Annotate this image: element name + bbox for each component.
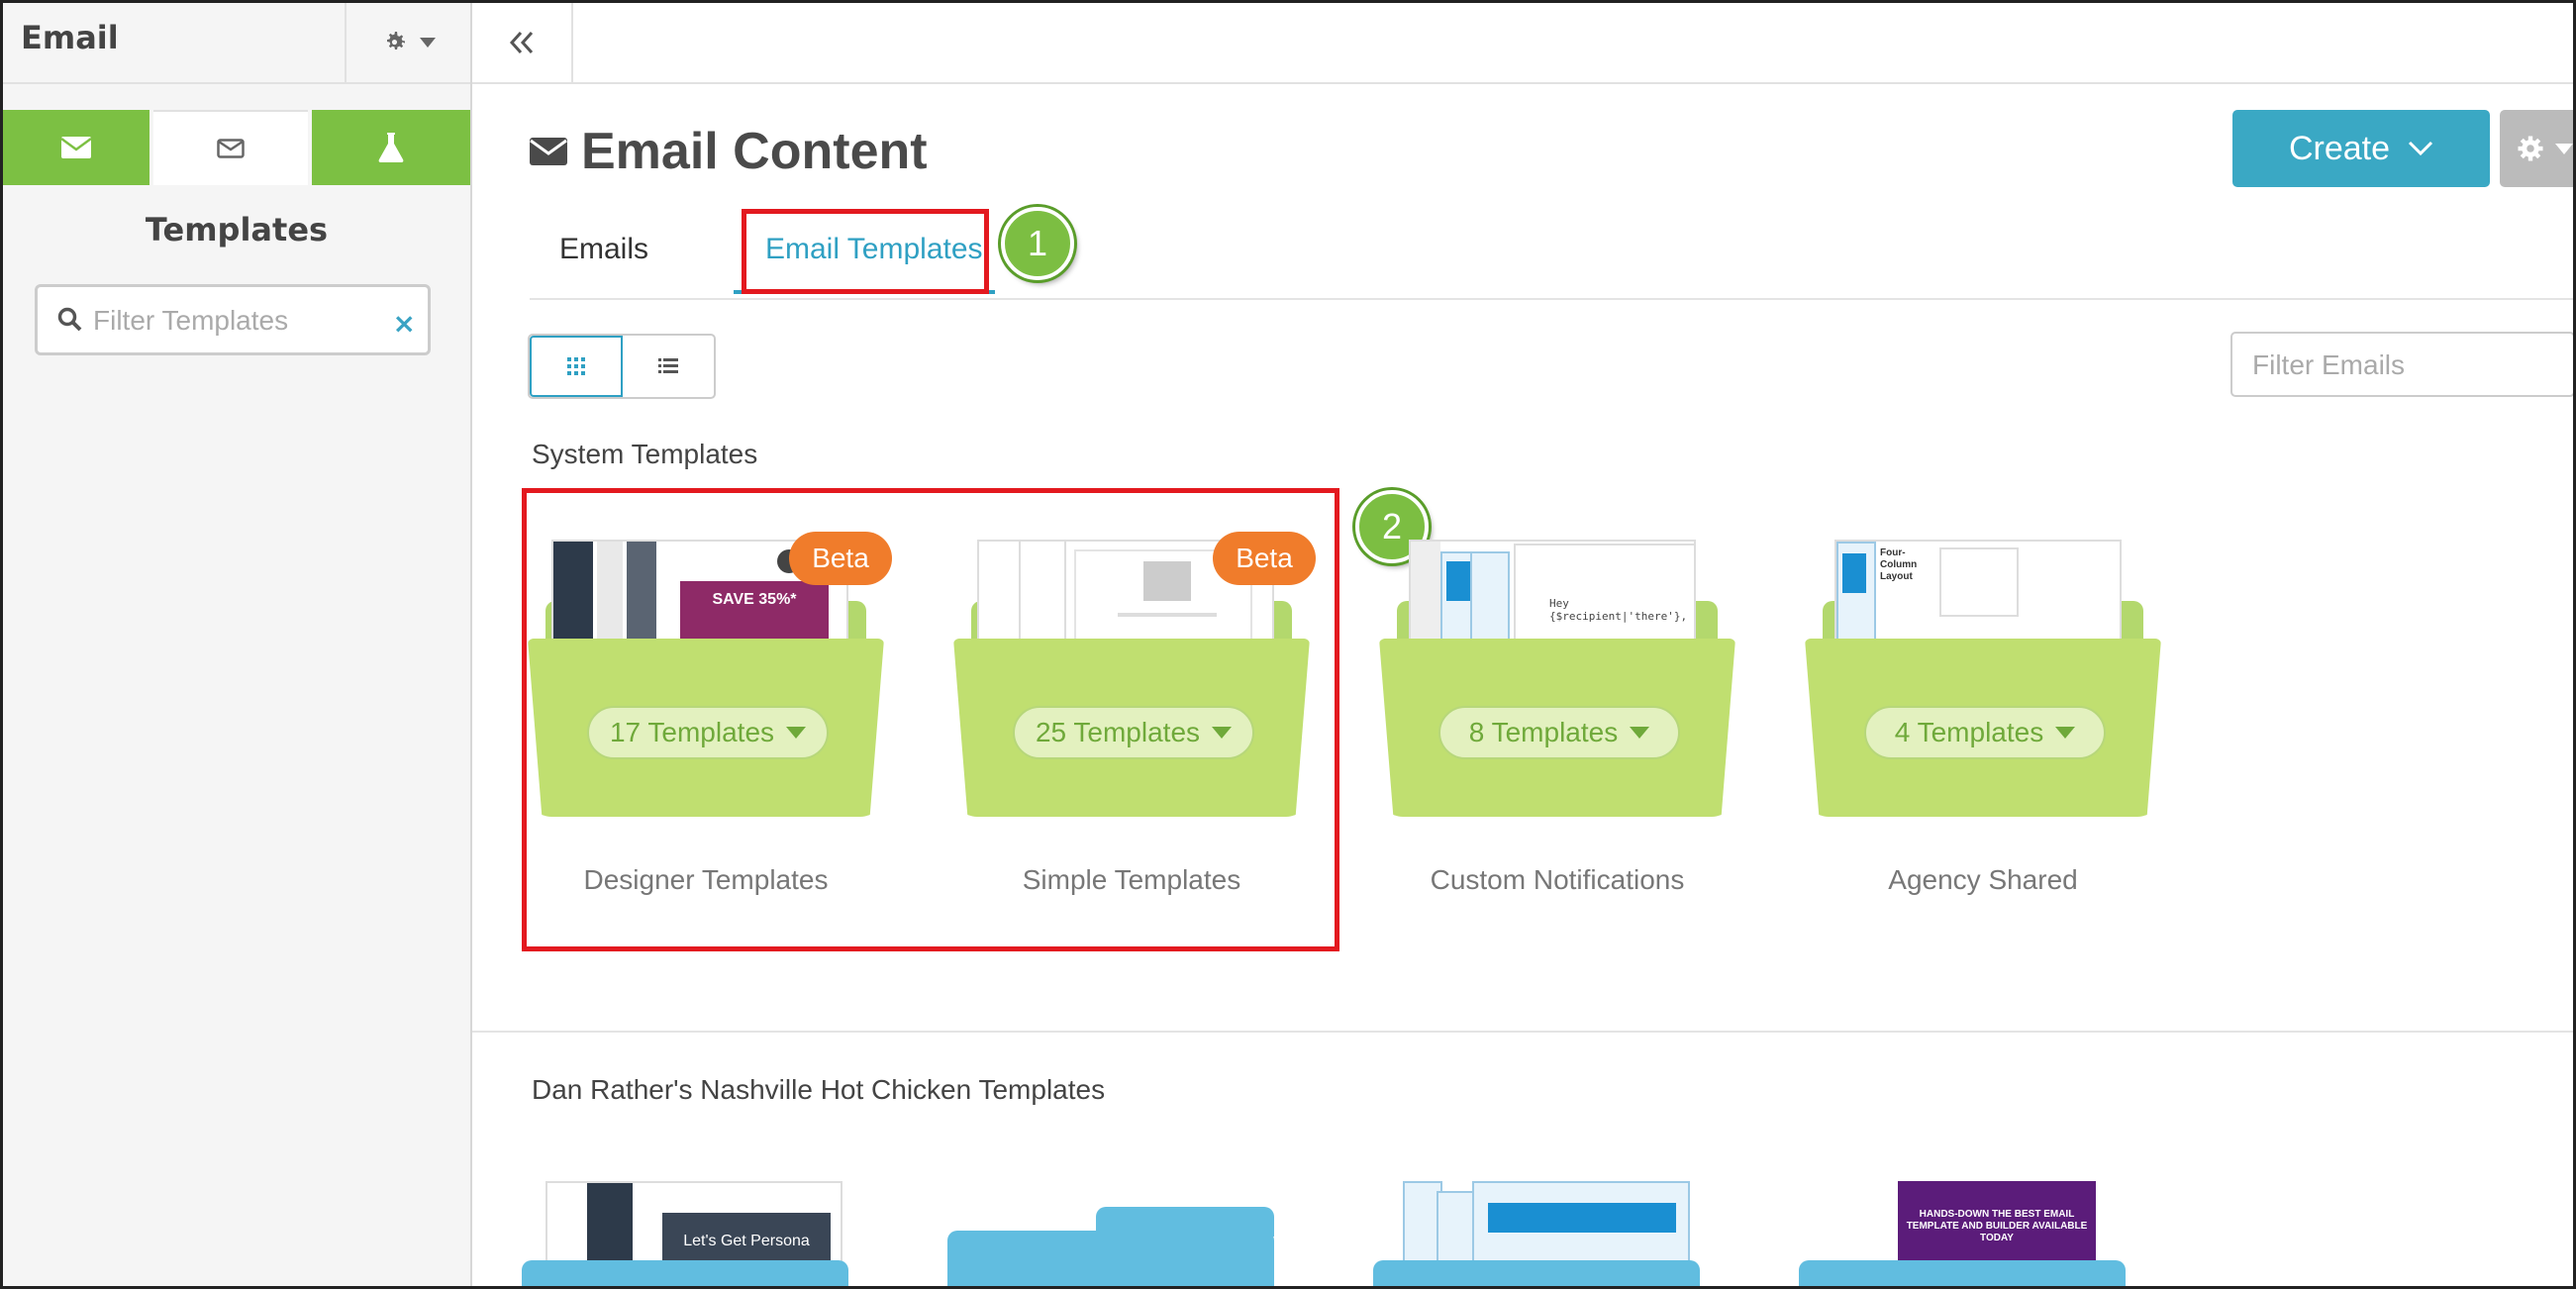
beta-badge: Beta [1213,532,1316,585]
folder-front [522,1260,848,1286]
filter-emails-field[interactable] [2230,332,2573,397]
preview-greeting: Hey {$recipient|'there'}, [1549,597,1688,623]
template-count-pill[interactable]: 8 Templates [1438,706,1680,759]
list-icon [658,358,678,373]
filter-templates-field[interactable]: × [35,284,431,355]
folder-front [947,1231,1274,1286]
folder-label: Designer Templates [583,864,829,895]
template-count: 8 Templates [1468,717,1619,747]
sidebar-tab-testing[interactable] [312,110,470,185]
template-count-pill[interactable]: 17 Templates [587,706,829,759]
folder-custom-notifications[interactable]: Hey {$recipient|'there'}, 8 Templates Cu… [1379,540,1735,895]
gear-icon [2518,136,2543,161]
main-content: Email Content Create Emails Email Templa… [472,84,2573,1286]
top-bar [472,3,2573,84]
list-view-button[interactable] [623,336,714,397]
caret-down-icon [786,727,807,739]
preview-sale-banner: SAVE 35%* [680,581,829,646]
create-button-label: Create [2288,129,2391,167]
caret-down-icon [419,38,436,48]
folder-designer-templates[interactable]: SAVE 35%* 17 Templates Beta Designer Tem… [528,532,892,895]
folder-simple-templates[interactable]: 25 Templates Beta Simple Templates [953,532,1316,895]
flask-icon [378,133,404,162]
caret-down-icon [1212,727,1233,739]
folder-label: Custom Notifications [1430,864,1685,895]
tabs-divider [530,298,2573,300]
template-count-pill[interactable]: 4 Templates [1864,706,2106,759]
double-chevron-left-icon [509,31,534,54]
page-title-text: Email Content [581,123,928,180]
create-button[interactable]: Create [2232,110,2490,187]
chevron-down-icon [2408,141,2433,156]
caret-down-icon [1630,727,1650,739]
sidebar-tab-strip [3,110,470,185]
folder-custom-2[interactable] [947,1181,1284,1286]
template-count: 25 Templates [1035,717,1201,747]
caret-down-icon [2055,727,2076,739]
sidebar-header: Email [3,3,470,84]
envelope-icon [61,137,91,158]
folder-label: Simple Templates [1022,864,1241,895]
tab-emails[interactable]: Emails [559,233,648,266]
sidebar-settings-button[interactable] [345,3,470,82]
template-count-pill[interactable]: 25 Templates [1013,706,1254,759]
template-preview: Hey {$recipient|'there'}, [1409,540,1696,648]
app-frame: Email Templates × [0,0,2576,1289]
section-divider [472,1031,2573,1033]
beta-badge: Beta [789,532,892,585]
caret-down-icon [2555,143,2573,154]
page-title: Email Content [530,122,928,181]
section-title-system: System Templates [532,439,758,469]
section-title-custom: Dan Rather's Nashville Hot Chicken Templ… [532,1074,1106,1105]
clear-filter-icon[interactable]: × [393,307,416,340]
folder-label: Agency Shared [1888,864,2078,895]
template-count: 17 Templates [609,717,775,747]
annotation-highlight-tab [742,209,989,294]
collapse-sidebar-button[interactable] [472,3,573,82]
template-preview: Four-Column Layout [1834,540,2122,648]
sidebar-section-label: Templates [145,211,329,248]
folder-front [1373,1260,1700,1286]
sidebar: Email Templates × [3,3,472,1286]
annotation-step-1: 1 [1001,207,1074,280]
grid-icon [567,357,585,375]
envelope-icon [530,138,567,165]
folder-agency-shared[interactable]: Four-Column Layout 4 Templates Agency Sh… [1805,540,2161,895]
view-toggle [528,334,716,399]
folder-front [1799,1260,2126,1286]
folder-custom-4[interactable]: HANDS-DOWN THE BEST EMAIL TEMPLATE AND B… [1799,1181,2135,1286]
filter-templates-input[interactable] [93,299,380,343]
filter-emails-input[interactable] [2252,346,2549,385]
gear-icon [386,32,405,50]
sidebar-tab-emails[interactable] [3,110,149,185]
grid-view-button[interactable] [530,336,623,397]
template-count: 4 Templates [1894,717,2044,747]
settings-dropdown-button[interactable] [2500,110,2573,187]
folder-custom-3[interactable] [1373,1181,1710,1286]
sidebar-title: Email [21,19,119,56]
envelope-outline-icon [217,139,245,158]
sidebar-tab-templates[interactable] [153,110,308,185]
folder-custom-1[interactable]: Let's Get Persona [522,1181,858,1286]
search-icon [57,307,82,332]
preview-layout-title: Four-Column Layout [1880,547,1918,582]
